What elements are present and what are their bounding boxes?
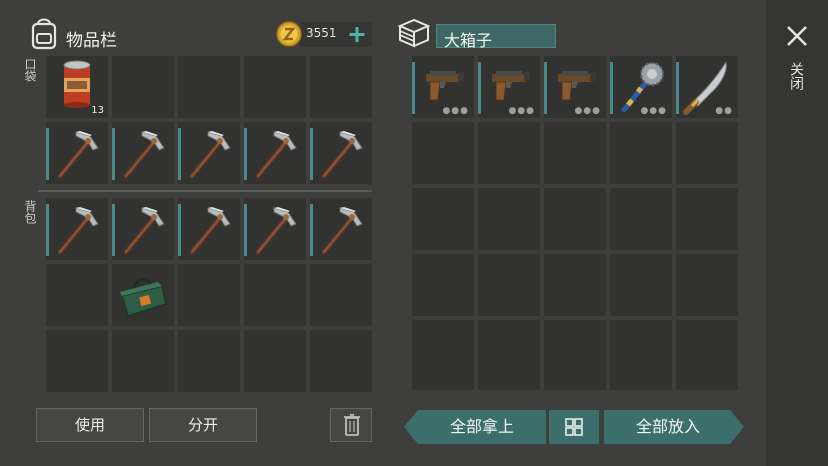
split-button[interactable]: 分开: [149, 408, 257, 442]
backpack-label: 背包: [23, 200, 37, 224]
backpack-slot[interactable]: [310, 264, 372, 326]
durability-dots: ●●: [715, 106, 733, 116]
trash-icon: [344, 414, 360, 436]
pocket-slot-food-can[interactable]: 13: [46, 56, 108, 118]
section-divider: [38, 190, 372, 192]
pocket-slot-pickaxe[interactable]: [46, 122, 108, 184]
container-slot[interactable]: [412, 254, 474, 316]
backpack-icon: [31, 18, 57, 50]
container-slot[interactable]: [478, 188, 540, 250]
container-slot[interactable]: [610, 254, 672, 316]
backpack-slot-pickaxe[interactable]: [46, 198, 108, 260]
pocket-slot[interactable]: [178, 56, 240, 118]
container-slot[interactable]: [478, 254, 540, 316]
container-slot[interactable]: [544, 188, 606, 250]
pickaxe-icon: [46, 198, 108, 260]
container-slot[interactable]: [676, 122, 738, 184]
pickaxe-icon: [244, 122, 306, 184]
durability-dots: ●●●: [574, 106, 601, 116]
pickaxe-icon: [112, 198, 174, 260]
container-slot[interactable]: [610, 188, 672, 250]
container-slot[interactable]: [676, 188, 738, 250]
container-slot-pistol[interactable]: ●●●: [412, 56, 474, 118]
container-slot[interactable]: [478, 320, 540, 382]
backpack-slot[interactable]: [244, 330, 306, 392]
take-all-button[interactable]: 全部拿上: [418, 410, 546, 444]
backpack-slot-pickaxe[interactable]: [244, 198, 306, 260]
container-slot[interactable]: [412, 188, 474, 250]
container-slot-pistol[interactable]: ●●●: [478, 56, 540, 118]
container-slot[interactable]: [412, 378, 474, 390]
container-slot[interactable]: [544, 254, 606, 316]
container-slot[interactable]: [610, 378, 672, 390]
container-slot[interactable]: [412, 320, 474, 382]
add-coins-button[interactable]: [345, 22, 369, 47]
container-slot[interactable]: [676, 254, 738, 316]
container-slot[interactable]: [676, 320, 738, 382]
durability-dots: ●●●: [640, 106, 667, 116]
pickaxe-icon: [178, 122, 240, 184]
container-slot[interactable]: [544, 378, 606, 390]
container-slot[interactable]: [478, 378, 540, 390]
pickaxe-icon: [46, 122, 108, 184]
trash-button[interactable]: [330, 408, 372, 442]
pickaxe-icon: [112, 122, 174, 184]
backpack-slot-pickaxe[interactable]: [178, 198, 240, 260]
pocket-slot[interactable]: [112, 56, 174, 118]
backpack-slot-pickaxe[interactable]: [112, 198, 174, 260]
container-slot[interactable]: [676, 378, 738, 390]
container-slot-pistol[interactable]: ●●●: [544, 56, 606, 118]
close-label[interactable]: 关闭: [788, 62, 804, 90]
container-slot[interactable]: [478, 122, 540, 184]
pocket-slot[interactable]: [244, 56, 306, 118]
pocket-slot-pickaxe[interactable]: [310, 122, 372, 184]
backpack-slot[interactable]: [112, 330, 174, 392]
backpack-slot[interactable]: [46, 264, 108, 326]
pocket-slot-pickaxe[interactable]: [112, 122, 174, 184]
container-slot-machete[interactable]: ●●: [676, 56, 738, 118]
backpack-slot-pickaxe[interactable]: [310, 198, 372, 260]
container-slot-mace[interactable]: ●●●: [610, 56, 672, 118]
container-title: 大箱子: [444, 31, 493, 50]
container-slot[interactable]: [544, 122, 606, 184]
pockets-label: 口袋: [23, 58, 37, 82]
put-all-button[interactable]: 全部放入: [604, 410, 732, 444]
container-slot[interactable]: [412, 122, 474, 184]
sort-grid-button[interactable]: [549, 410, 599, 444]
coins-value: 3551: [306, 26, 337, 40]
backpack-slot-duffel-bag[interactable]: [112, 264, 174, 326]
coin-icon: [276, 21, 302, 47]
inventory-title: 物品栏: [66, 31, 117, 51]
durability-dots: ●●●: [442, 106, 469, 116]
pickaxe-icon: [178, 198, 240, 260]
pickaxe-icon: [310, 122, 372, 184]
container-slot[interactable]: [610, 320, 672, 382]
crate-icon: [397, 18, 431, 48]
use-button[interactable]: 使用: [36, 408, 144, 442]
container-slot[interactable]: [610, 122, 672, 184]
durability-dots: ●●●: [508, 106, 535, 116]
backpack-slot[interactable]: [46, 330, 108, 392]
grid-icon: [565, 418, 583, 436]
item-count: 13: [91, 105, 104, 116]
backpack-slot[interactable]: [178, 264, 240, 326]
pocket-slot-pickaxe[interactable]: [178, 122, 240, 184]
backpack-slot[interactable]: [310, 330, 372, 392]
pickaxe-icon: [244, 198, 306, 260]
pickaxe-icon: [310, 198, 372, 260]
duffel-bag-icon: [112, 264, 174, 326]
close-icon[interactable]: [783, 22, 811, 50]
pocket-slot-pickaxe[interactable]: [244, 122, 306, 184]
backpack-slot[interactable]: [178, 330, 240, 392]
pocket-slot[interactable]: [310, 56, 372, 118]
backpack-slot[interactable]: [244, 264, 306, 326]
container-slot[interactable]: [544, 320, 606, 382]
